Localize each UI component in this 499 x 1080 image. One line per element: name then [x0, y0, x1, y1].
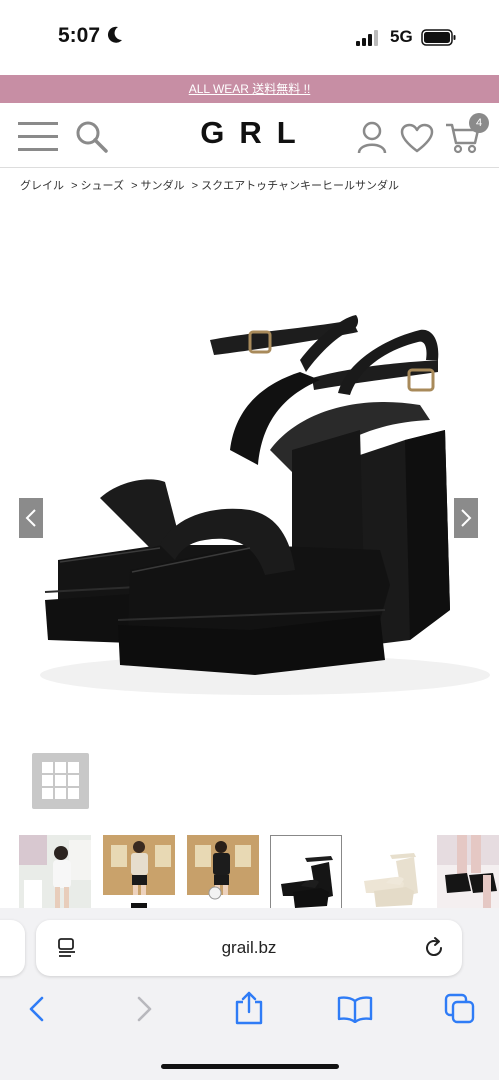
product-main-image[interactable] — [0, 200, 499, 745]
network-label: 5G — [390, 27, 413, 46]
breadcrumb-item[interactable]: > シューズ — [71, 180, 124, 192]
tabs-icon[interactable] — [444, 993, 476, 1025]
prev-image-button[interactable] — [19, 498, 43, 538]
promo-banner: ALL WEAR 送料無料 !! — [0, 75, 499, 103]
thumbnail-strip — [0, 835, 499, 913]
status-time: 5:07 — [58, 24, 101, 47]
status-bar: 5:07 5G — [0, 0, 499, 75]
moon-icon — [107, 26, 122, 43]
reload-icon[interactable] — [422, 936, 446, 960]
chevron-right-icon — [461, 509, 472, 527]
address-bar[interactable]: grail.bz — [36, 920, 462, 976]
next-image-button[interactable] — [454, 498, 478, 538]
thumbnail-item-selected[interactable] — [270, 835, 342, 910]
thumbnail-item[interactable] — [437, 835, 499, 910]
thumbnail-item[interactable] — [19, 835, 91, 910]
breadcrumb: グレイル > シューズ > サンダル > スクエアトゥチャンキーヒールサンダル — [20, 177, 403, 193]
thumbnail-item[interactable] — [103, 835, 175, 910]
site-header: GRL 4 — [0, 103, 499, 168]
grid-view-button[interactable] — [32, 753, 89, 809]
breadcrumb-item[interactable]: > サンダル — [131, 180, 184, 192]
bookmarks-icon[interactable] — [337, 995, 373, 1023]
back-icon[interactable] — [26, 995, 48, 1023]
chevron-left-icon — [25, 509, 36, 527]
signal-icon — [356, 30, 378, 46]
thumbnail-item[interactable] — [187, 835, 259, 910]
share-icon[interactable] — [233, 990, 265, 1026]
previous-tab-card[interactable] — [0, 920, 25, 976]
home-indicator — [161, 1064, 339, 1069]
user-icon[interactable] — [356, 120, 388, 154]
grid-icon — [42, 762, 79, 799]
breadcrumb-item[interactable]: グレイル — [20, 180, 64, 192]
battery-icon — [421, 29, 456, 46]
cart-count-badge: 4 — [469, 113, 489, 133]
sandal-illustration — [40, 315, 490, 695]
url-text[interactable]: grail.bz — [36, 938, 462, 958]
forward-icon[interactable] — [133, 995, 155, 1023]
thumbnail-item[interactable] — [354, 835, 426, 910]
breadcrumb-item: > スクエアトゥチャンキーヒールサンダル — [191, 180, 399, 192]
favorite-heart-icon[interactable] — [400, 123, 434, 153]
promo-link[interactable]: ALL WEAR 送料無料 !! — [189, 82, 311, 96]
